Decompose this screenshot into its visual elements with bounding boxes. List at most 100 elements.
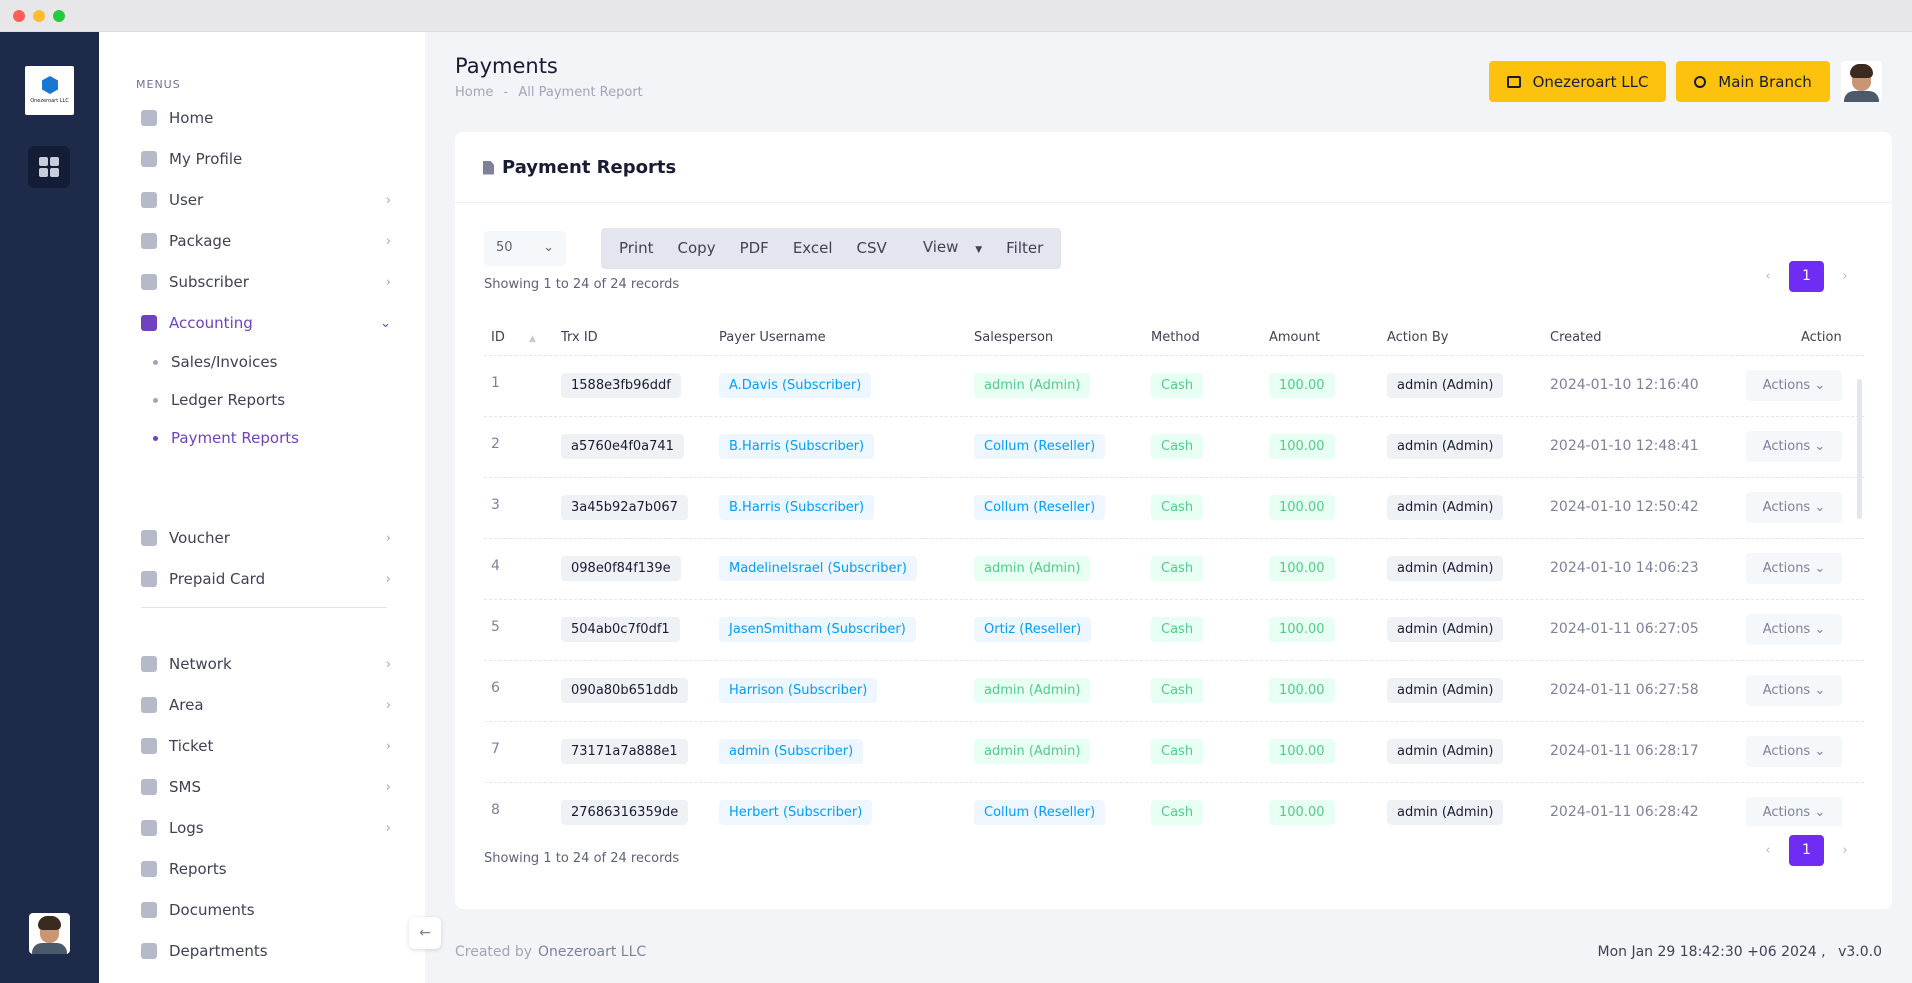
sidebar-divider	[141, 607, 387, 608]
sidebar-item-my-profile[interactable]: My Profile	[141, 144, 391, 174]
sidebar-item-ticket[interactable]: Ticket ›	[141, 731, 391, 761]
pdf-button[interactable]: PDF	[728, 228, 781, 269]
chevron-right-icon: ›	[385, 821, 391, 836]
sidebar-sub-payment-reports[interactable]: Payment Reports	[153, 426, 299, 450]
action-by-badge: admin (Admin)	[1387, 739, 1504, 764]
action-by-badge: admin (Admin)	[1387, 495, 1504, 520]
table-row: 8 27686316359de Herbert (Subscriber) Collum…	[484, 783, 1864, 826]
user-icon	[141, 151, 157, 167]
sidebar-item-package[interactable]: Package ›	[141, 226, 391, 256]
sidebar-item-area[interactable]: Area ›	[141, 690, 391, 720]
csv-button[interactable]: CSV	[845, 228, 899, 269]
mail-icon	[141, 738, 157, 754]
col-action-by[interactable]: Action By	[1387, 330, 1448, 345]
col-id[interactable]: ID	[491, 330, 505, 345]
col-created[interactable]: Created	[1550, 330, 1601, 345]
breadcrumb-current: All Payment Report	[518, 85, 643, 100]
filter-button[interactable]: Filter	[994, 228, 1055, 269]
col-method[interactable]: Method	[1151, 330, 1200, 345]
page-1-button[interactable]: 1	[1789, 261, 1824, 292]
table-scrollbar[interactable]	[1857, 379, 1862, 519]
breadcrumb-home[interactable]: Home	[455, 85, 493, 100]
sitemap-icon	[1506, 75, 1521, 88]
salesperson-badge[interactable]: admin (Admin)	[974, 373, 1091, 398]
actions-dropdown-button[interactable]: Actions ⌄	[1746, 797, 1842, 826]
salesperson-badge[interactable]: Ortiz (Reseller)	[974, 617, 1092, 642]
salesperson-badge[interactable]: Collum (Reseller)	[974, 800, 1106, 825]
col-salesperson[interactable]: Salesperson	[974, 330, 1053, 345]
company-switch-button[interactable]: Onezeroart LLC	[1489, 61, 1666, 102]
sidebar-item-logs[interactable]: Logs ›	[141, 813, 391, 843]
payer-link[interactable]: B.Harris (Subscriber)	[719, 434, 875, 459]
company-logo[interactable]: Onezeroart LLC	[25, 66, 74, 115]
user-icon	[141, 192, 157, 208]
actions-dropdown-button[interactable]: Actions ⌄	[1746, 675, 1842, 706]
page-1-button[interactable]: 1	[1789, 835, 1824, 866]
maximize-window-button[interactable]	[53, 10, 65, 22]
actions-dropdown-button[interactable]: Actions ⌄	[1746, 492, 1842, 523]
col-trx-id[interactable]: Trx ID	[561, 330, 598, 345]
salesperson-badge[interactable]: admin (Admin)	[974, 678, 1091, 703]
sidebar-sub-ledger-reports[interactable]: Ledger Reports	[153, 388, 285, 412]
payer-link[interactable]: Harrison (Subscriber)	[719, 678, 878, 703]
payer-link[interactable]: A.Davis (Subscriber)	[719, 373, 872, 398]
rail-user-avatar[interactable]	[29, 913, 70, 954]
chevron-right-icon[interactable]: ›	[1836, 843, 1854, 858]
print-button[interactable]: Print	[607, 228, 666, 269]
chevron-down-icon: ⌄	[1814, 805, 1826, 820]
sidebar-item-user[interactable]: User ›	[141, 185, 391, 215]
sidebar-item-reports[interactable]: Reports	[141, 854, 391, 884]
action-by-badge: admin (Admin)	[1387, 373, 1504, 398]
actions-dropdown-button[interactable]: Actions ⌄	[1746, 431, 1842, 462]
sidebar-item-accounting[interactable]: Accounting ⌄	[141, 308, 391, 338]
sidebar-item-sms[interactable]: SMS ›	[141, 772, 391, 802]
excel-button[interactable]: Excel	[781, 228, 845, 269]
salesperson-badge[interactable]: admin (Admin)	[974, 556, 1091, 581]
payer-link[interactable]: B.Harris (Subscriber)	[719, 495, 875, 520]
table-row: 7 73171a7a888e1 admin (Subscriber) admin (A…	[484, 722, 1864, 783]
branch-switch-button[interactable]: Main Branch	[1676, 61, 1830, 102]
chevron-left-icon[interactable]: ‹	[1759, 843, 1777, 858]
sidebar-item-home[interactable]: Home	[141, 103, 391, 133]
chevron-down-icon: ⌄	[1814, 500, 1826, 515]
document-icon	[141, 902, 157, 918]
sidebar-item-network[interactable]: Network ›	[141, 649, 391, 679]
user-avatar[interactable]	[1841, 61, 1882, 102]
chevron-right-icon: ›	[385, 780, 391, 795]
sidebar-sub-sales-invoices[interactable]: Sales/Invoices	[153, 350, 277, 374]
sidebar-item-documents[interactable]: Documents	[141, 895, 391, 925]
payer-link[interactable]: Herbert (Subscriber)	[719, 800, 873, 825]
sidebar-collapse-button[interactable]: ←	[409, 917, 441, 949]
breadcrumb: Home - All Payment Report	[455, 85, 643, 100]
salesperson-badge[interactable]: Collum (Reseller)	[974, 434, 1106, 459]
actions-dropdown-button[interactable]: Actions ⌄	[1746, 614, 1842, 645]
payer-link[interactable]: JasenSmitham (Subscriber)	[719, 617, 916, 642]
payer-link[interactable]: MadelineIsrael (Subscriber)	[719, 556, 917, 581]
sidebar-item-departments[interactable]: Departments	[141, 936, 391, 966]
page-size-select[interactable]: 50 ⌄	[484, 231, 566, 266]
dashboard-grid-button[interactable]	[28, 146, 70, 188]
sidebar-item-subscriber[interactable]: Subscriber ›	[141, 267, 391, 297]
chevron-left-icon[interactable]: ‹	[1759, 269, 1777, 284]
method-badge: Cash	[1151, 434, 1204, 459]
sidebar-item-voucher[interactable]: Voucher ›	[141, 523, 391, 553]
minimize-window-button[interactable]	[33, 10, 45, 22]
copy-button[interactable]: Copy	[666, 228, 728, 269]
table-row: 5 504ab0c7f0df1 JasenSmitham (Subscriber) O…	[484, 600, 1864, 661]
close-window-button[interactable]	[13, 10, 25, 22]
grid-icon	[39, 157, 48, 166]
payer-link[interactable]: admin (Subscriber)	[719, 739, 864, 764]
col-amount[interactable]: Amount	[1269, 330, 1320, 345]
chevron-right-icon[interactable]: ›	[1836, 269, 1854, 284]
amount-badge: 100.00	[1269, 434, 1335, 459]
view-dropdown-button[interactable]: View ▼	[899, 227, 994, 271]
actions-dropdown-button[interactable]: Actions ⌄	[1746, 553, 1842, 584]
actions-dropdown-button[interactable]: Actions ⌄	[1746, 736, 1842, 767]
footer-company-link[interactable]: Onezeroart LLC	[538, 944, 646, 960]
row-id: 1	[491, 375, 500, 391]
col-payer[interactable]: Payer Username	[719, 330, 826, 345]
salesperson-badge[interactable]: Collum (Reseller)	[974, 495, 1106, 520]
salesperson-badge[interactable]: admin (Admin)	[974, 739, 1091, 764]
actions-dropdown-button[interactable]: Actions ⌄	[1746, 370, 1842, 401]
sidebar-item-prepaid-card[interactable]: Prepaid Card ›	[141, 564, 391, 594]
